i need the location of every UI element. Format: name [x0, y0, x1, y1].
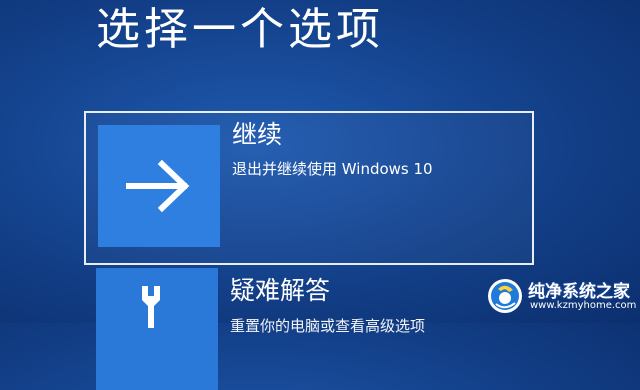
troubleshoot-option-title: 疑难解答	[230, 276, 331, 305]
tools-icon	[142, 286, 160, 328]
continue-option-title: 继续	[232, 120, 283, 149]
troubleshoot-tile	[96, 268, 218, 390]
watermark-name: 纯净系统之家	[528, 282, 630, 302]
continue-tile	[98, 125, 220, 247]
troubleshoot-option-description: 重置你的电脑或查看高级选项	[230, 317, 426, 335]
page-title: 选择一个选项	[96, 4, 384, 55]
arrow-right-icon	[126, 159, 190, 213]
continue-option[interactable]: 继续 退出并继续使用 Windows 10	[84, 111, 534, 265]
continue-option-description: 退出并继续使用 Windows 10	[232, 160, 433, 178]
watermark: 纯净系统之家 www.kzmyhome.com	[486, 275, 636, 319]
site-logo-icon	[488, 279, 522, 313]
watermark-url: www.kzmyhome.com	[530, 300, 637, 311]
troubleshoot-option[interactable]: 疑难解答 重置你的电脑或查看高级选项	[84, 268, 534, 390]
